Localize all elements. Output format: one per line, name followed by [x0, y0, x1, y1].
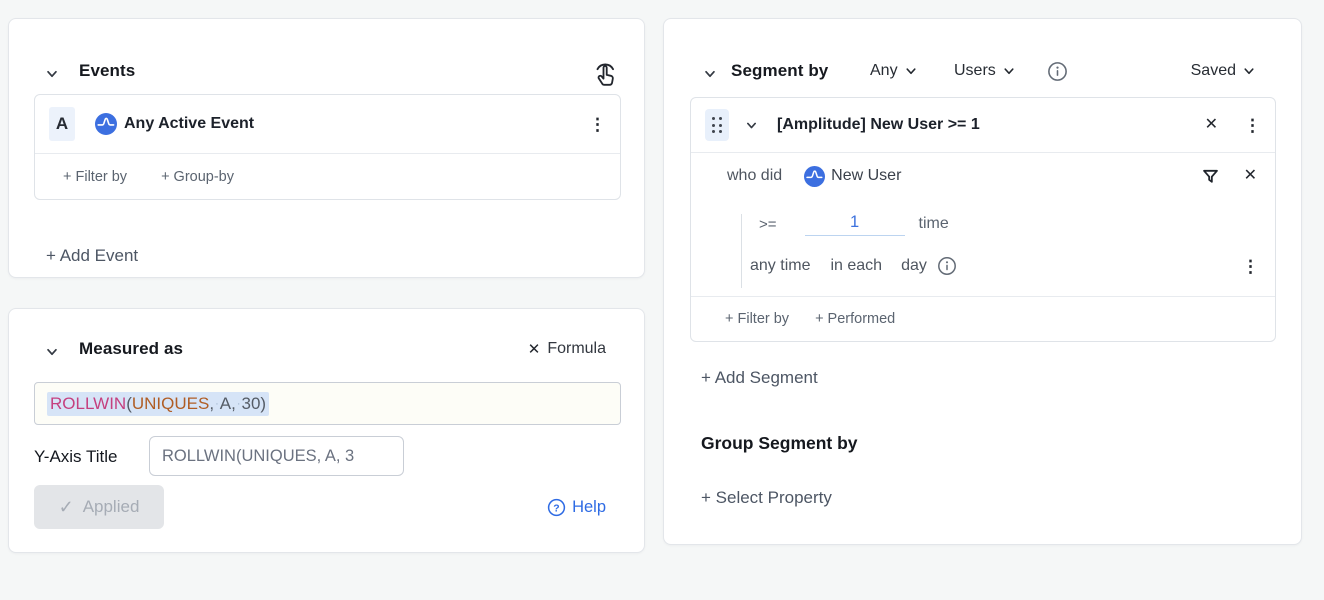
close-icon: ✕ — [528, 342, 541, 357]
segment-actions-row: + Filter by + Performed — [691, 296, 1275, 342]
count-unit[interactable]: time — [919, 215, 949, 233]
drag-handle[interactable] — [705, 109, 729, 141]
formula-input[interactable]: ROLLWIN(UNIQUES,·A,·30) — [34, 382, 621, 425]
collapse-segment-card-icon[interactable] — [745, 119, 758, 132]
segment-card-header: [Amplitude] New User >= 1 ✕ ⋮ — [691, 98, 1275, 152]
in-each-label: in each — [830, 257, 882, 275]
time-window-row: any time in each day ⋮ — [750, 248, 1259, 284]
group-segment-by-title: Group Segment by — [701, 433, 858, 454]
event-card: A Any Active Event ⋮ + Filter by + Group… — [34, 94, 621, 200]
count-row: >= 1 time — [759, 206, 1257, 242]
select-property-button[interactable]: + Select Property — [701, 488, 832, 508]
events-title: Events — [79, 61, 135, 81]
help-link[interactable]: ? Help — [547, 498, 606, 517]
amplitude-logo-icon — [95, 113, 117, 135]
segment-match-dropdown[interactable]: Any — [870, 62, 917, 80]
help-label: Help — [572, 498, 606, 517]
event-name: Any Active Event — [124, 115, 254, 133]
chevron-down-icon — [1003, 65, 1015, 77]
amplitude-logo-icon — [804, 166, 825, 187]
period-info-icon[interactable] — [937, 256, 957, 276]
formula-expression: ROLLWIN(UNIQUES,·A,·30) — [47, 392, 269, 416]
who-did-label: who did — [727, 167, 782, 185]
clause-menu-icon[interactable]: ⋮ — [1242, 258, 1259, 275]
saved-value: Saved — [1191, 62, 1236, 80]
collapse-segment-icon[interactable] — [703, 67, 717, 81]
add-event-button[interactable]: + Add Event — [46, 246, 138, 266]
collapse-events-icon[interactable] — [45, 67, 59, 81]
segment-card: [Amplitude] New User >= 1 ✕ ⋮ who did Ne… — [690, 97, 1276, 342]
event-row[interactable]: A Any Active Event ⋮ — [35, 95, 620, 153]
segment-by-title: Segment by — [731, 61, 828, 81]
filter-funnel-icon[interactable] — [1201, 167, 1220, 186]
count-operator[interactable]: >= — [759, 216, 777, 233]
segment-menu-icon[interactable]: ⋮ — [1244, 117, 1261, 134]
event-group-by-button[interactable]: + Group-by — [161, 169, 234, 185]
segment-type-value: Users — [954, 62, 996, 80]
segment-by-panel: Segment by Any Users Saved — [663, 18, 1302, 545]
segment-type-dropdown[interactable]: Users — [954, 62, 1015, 80]
event-actions-row: + Filter by + Group-by — [35, 153, 620, 200]
remove-segment-icon[interactable]: ✕ — [1205, 117, 1218, 133]
add-segment-button[interactable]: + Add Segment — [701, 368, 818, 388]
segmentation-module: Events A Any Active Event ⋮ — [0, 0, 1324, 600]
segment-card-title: [Amplitude] New User >= 1 — [777, 116, 980, 134]
inline-select-icon[interactable] — [591, 59, 619, 89]
event-letter-badge: A — [49, 107, 75, 141]
who-did-row: who did New User ✕ — [691, 152, 1275, 200]
event-filter-by-button[interactable]: + Filter by — [63, 169, 127, 185]
applied-label: Applied — [83, 497, 140, 517]
chevron-down-icon — [905, 65, 917, 77]
remove-clause-icon[interactable]: ✕ — [1244, 168, 1257, 184]
svg-text:?: ? — [553, 503, 559, 514]
measured-as-panel: Measured as ✕ Formula ROLLWIN(UNIQUES,·A… — [8, 308, 645, 553]
y-axis-title-input[interactable]: ROLLWIN(UNIQUES, A, 3 — [149, 436, 404, 476]
event-menu-icon[interactable]: ⋮ — [589, 116, 606, 133]
collapse-measured-icon[interactable] — [45, 345, 59, 359]
segment-performed-button[interactable]: + Performed — [815, 311, 895, 327]
segment-filter-by-button[interactable]: + Filter by — [725, 311, 789, 327]
period-dropdown[interactable]: day — [901, 257, 927, 275]
measured-as-title: Measured as — [79, 339, 183, 359]
count-value-input[interactable]: 1 — [805, 213, 905, 236]
formula-toggle-label: Formula — [547, 340, 606, 358]
segment-match-value: Any — [870, 62, 898, 80]
applied-button[interactable]: ✓ Applied — [34, 485, 164, 529]
events-panel: Events A Any Active Event ⋮ — [8, 18, 645, 278]
remove-formula-button[interactable]: ✕ Formula — [528, 340, 606, 358]
check-icon: ✓ — [59, 497, 74, 518]
help-icon: ? — [547, 498, 566, 517]
time-window-dropdown[interactable]: any time — [750, 257, 810, 275]
segment-info-icon[interactable] — [1047, 61, 1068, 82]
saved-dropdown[interactable]: Saved — [1191, 62, 1255, 80]
y-axis-title-label: Y-Axis Title — [34, 447, 117, 467]
segment-event-name[interactable]: New User — [831, 167, 901, 185]
chevron-down-icon — [1243, 65, 1255, 77]
